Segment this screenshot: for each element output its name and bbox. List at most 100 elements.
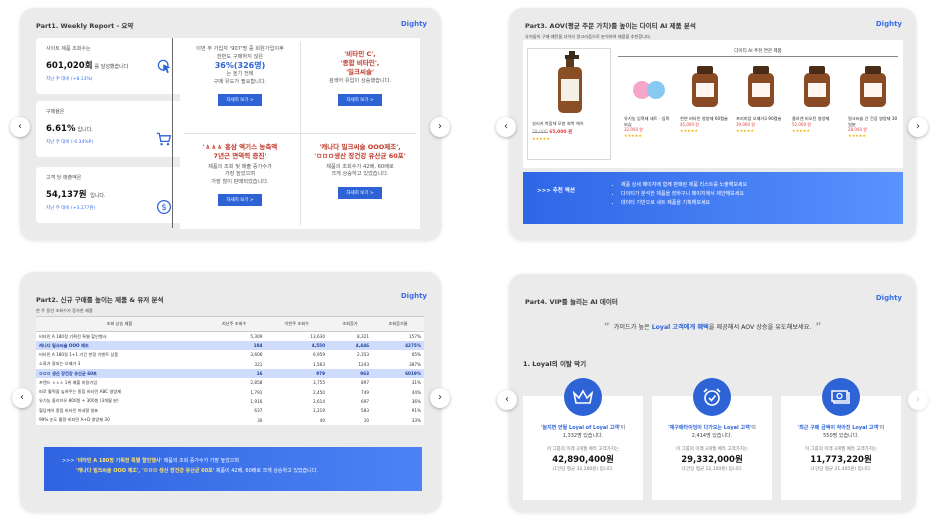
divider [172,38,173,228]
dollar-coin-icon: $ [156,199,172,215]
product-price: 65,000 원 [549,129,573,135]
slide-new-purchase: Part2. 신규 구매를 높이는 제품 & 유저 분석 Dighty 한 주 … [20,272,441,512]
table-cell: 5,309 [250,334,263,339]
table-cell: 유기농 올리브유 800원 + 300원 (3개월 분) [39,398,119,404]
table-cell: 1,563 [313,361,326,367]
table-cell: 2,450 [313,389,326,395]
table-cell: 583 [361,408,370,414]
dighty-logo: Dighty [400,20,427,28]
table-cell: 104 [202,341,266,351]
column-header: 조회증가 [328,316,373,332]
table-row: 소화가 잘되는 오메가 3 321 1,563 1243 387% [36,360,424,369]
table-cell: 387% [409,361,421,367]
kpi-value: 601,020회 [46,60,93,71]
slide-title: Part2. 신규 구매를 높이는 제품 & 유저 분석 [36,296,164,304]
table-cell: 2,614 [313,398,326,404]
slide-subtitle: 유저들의 구매 패턴을 다이티 알고리즘으로 분석하여 제품을 추천합니다. [525,34,652,39]
prev-slide-button[interactable]: ‹ [10,117,30,137]
slide-title: Part4. VIP를 늘리는 AI 데이터 [525,298,618,306]
table-cell: 6019% [372,368,424,379]
summary-cell-rising-products: '캐나다 밀크씨슬 OOO제조', 'ㅁㅁㅁ생산 장건강 유산균 60포' 제품… [300,133,420,228]
insight-banner: >>> '비타민 A 180정 기획전 특별 할인행사' 제품의 조회 증가수가… [44,447,422,491]
kpi-value: 54,137원 [46,189,87,200]
table-body: 비타민 A 180정 기획전 특별 할인행사 5,309 13,630 8,321 15… [36,332,424,425]
bath-bomb-image [624,64,674,116]
action-label: >>> 추천 액션 [537,188,575,194]
table-cell: 321 [254,361,263,367]
next-slide-button[interactable]: › [908,390,928,410]
kpi-compare: 지난 주 대비 (-0.34%P) [46,139,94,145]
table-cell: 6,959 [313,352,326,358]
detail-button[interactable]: 자세히 보기 > [338,186,382,199]
table-cell: 4,550 [265,341,329,351]
table-cell: 3,755 [313,380,326,386]
kpi-card-revenue: 고객 당 매출액은 54,137원 입니다. 지난 주 대비 (+3,177원)… [36,167,182,223]
table-cell: 프렌드 ㅿㅿㅿ 1위 매출 미용기업 [39,379,98,385]
action-item: 제품 상세 페이지에 함께 판매된 제품 리스트를 노출해보세요 [621,181,747,190]
prev-slide-button[interactable]: ‹ [12,388,32,408]
table-cell: 44% [411,389,421,395]
pump-bottle-image [558,51,582,113]
dighty-logo: Dighty [875,294,902,302]
loyal-segment-card: '최근 구매 금액이 작아진 Loyal 고객'이 550명 있습니다. 이 그… [781,378,901,500]
detail-button[interactable]: 자세히 보기 > [218,194,262,207]
table-header-row: 조회 상승 제품 지난주 조회수 이번주 조회수 조회증가 조회증가율 [36,316,424,332]
summary-panel: 이번 주 가입자 '907'명 중 회원가입이후 한번도 구매하지 않은 36%… [180,38,420,229]
kpi-card-conversion: 구매율은 6.61% 입니다. 지난 주 대비 (-0.34%P) [36,101,182,157]
summary-cell-new-members: 이번 주 가입자 '907'명 중 회원가입이후 한번도 구매하지 않은 36%… [180,38,300,133]
crown-icon [564,378,602,416]
product-item[interactable]: 프리미엄 오메가3 90캡슐 39,000 원 ★★★★★ [736,64,786,156]
detail-button[interactable]: 자세히 보기 > [218,94,262,107]
table-cell: 157% [409,334,421,339]
kpi-card-views: 사이트 제품 조회수는 601,020회 를 달성했습니다 지난 주 대비 (+8… [36,38,182,94]
table-cell: 소화가 잘되는 오메가 3 [39,361,81,367]
product-item[interactable]: 콜라겐 비오틴 영양제 52,000 원 ★★★★★ [792,64,842,156]
table-cell: ㅁㅁㅁ 생산 장건강 유산균 60포 [36,368,203,379]
table-cell: 697 [361,398,370,404]
section-heading: 1. Loyal의 이탈 막기 [523,360,587,368]
table-row: 비타민 A 180정 기획전 특별 할인행사 5,309 13,630 8,321 15… [36,332,424,342]
table-cell: 1243 [358,361,370,367]
table-cell: 637 [254,408,263,414]
next-slide-button[interactable]: › [908,117,928,137]
table-row: 비타민 A 180정 1+1 기간 한정 이벤트 상품 3,606 6,959 2,3… [36,350,424,359]
table-cell: 897 [361,380,370,386]
supplement-jar-image [848,64,898,116]
table-cell: 91% [411,408,421,414]
column-header: 조회 상승 제품 [36,316,203,332]
rating-stars: ★★★★★ [624,133,642,139]
list-title: 다이티 AI 추천 연관 제품 [618,48,898,57]
product-item[interactable]: 천연 비타민 영양제 60캡슐 45,000 원 ★★★★★ [680,64,730,156]
money-icon [822,378,860,416]
table-row: ㅁㅁㅁ 생산 장건강 유산균 60포 16 979 963 6019% [36,368,424,379]
kpi-compare: 지난 주 대비 (+3,177원) [46,205,96,211]
table-cell: 13,630 [310,334,326,339]
next-slide-button[interactable]: › [430,388,450,408]
table-cell: 16 [202,368,266,379]
table-cell: 1,916 [250,398,263,404]
kpi-value: 6.61% [46,123,76,134]
table-cell: 36% [411,398,421,404]
product-item[interactable]: 유기농 입욕제 세트 - 입욕 보습 32,000 원 ★★★★★ [624,64,674,156]
detail-button[interactable]: 자세히 보기 > [338,93,382,106]
rating-stars: ★★★★★ [848,133,866,139]
view-increase-table: 조회 상승 제품 지난주 조회수 이번주 조회수 조회증가 조회증가율 비타민 … [36,316,424,425]
product-item[interactable]: 밀크씨슬 간 건강 영양제 30일분 28,000 원 ★★★★★ [848,64,898,156]
highlight-keywords: '비타민 C', '종합 비타민', '밀크씨슬' [340,50,380,76]
main-product[interactable]: 실리카 복합체 모발 회복 케어 78,000 65,000 원 ★★★★★ [527,48,611,160]
summary-cell-keywords: '비타민 C', '종합 비타민', '밀크씨슬' 검색어 유입이 상승했습니다… [300,38,420,133]
table-cell: 979 [265,368,329,379]
action-list: 제품 상세 페이지에 함께 판매된 제품 리스트를 노출해보세요 다이티가 분석… [621,181,747,207]
table-cell: 963 [328,368,373,379]
prev-slide-button[interactable]: ‹ [497,390,517,410]
next-slide-button[interactable]: › [430,117,450,137]
slide-vip: Part4. VIP를 늘리는 AI 데이터 Dighty “가이드가 높은 L… [509,274,916,512]
table-row: 유기농 올리브유 800원 + 300원 (3개월 분) 1,916 2,614 69… [36,397,424,406]
prev-slide-button[interactable]: ‹ [496,117,516,137]
product-analysis-card: 실리카 복합체 모발 회복 케어 78,000 65,000 원 ★★★★★ 다… [523,40,903,168]
table-cell: 31% [411,380,421,386]
cart-icon [156,132,172,146]
predicted-value: 29,332,000원 [681,455,743,465]
action-item: 다이티가 분석한 제품을 장바구니 페이지에서 제안해보세요 [621,190,747,199]
highlight-value: 36%(326명) [214,61,266,71]
